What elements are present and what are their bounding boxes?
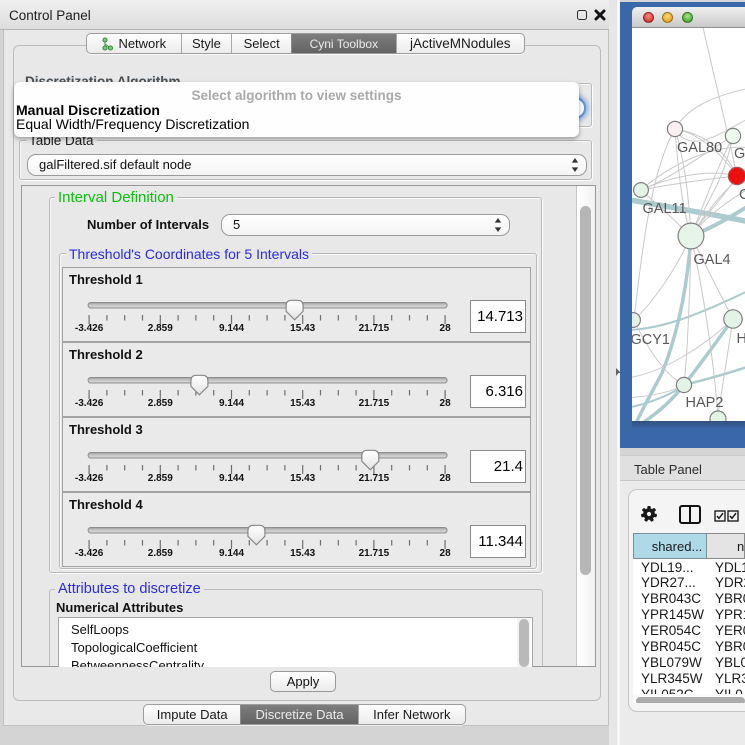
svg-text:GCY1: GCY1 [632, 332, 670, 348]
svg-text:CY: CY [739, 187, 745, 203]
svg-text:HAP2: HAP2 [686, 395, 724, 411]
svg-text:HA: HA [737, 331, 745, 347]
svg-text:GAL80: GAL80 [677, 140, 722, 156]
svg-text:GAL8: GAL8 [734, 146, 745, 162]
svg-text:GAL4: GAL4 [694, 252, 731, 268]
svg-text:GAL11: GAL11 [643, 201, 687, 217]
